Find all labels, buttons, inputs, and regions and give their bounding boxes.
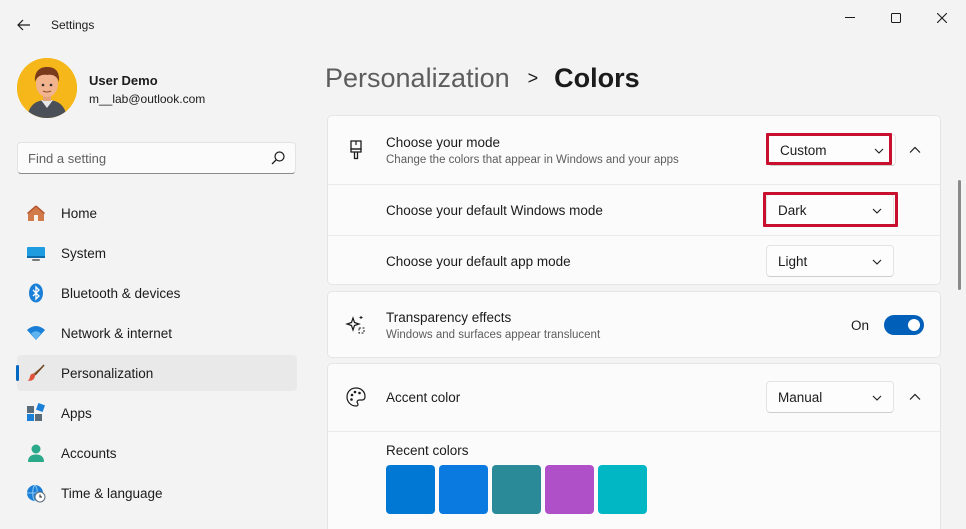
windows-mode-row: Choose your default Windows mode Dark xyxy=(328,185,940,235)
breadcrumb: Personalization > Colors xyxy=(325,58,640,98)
divider xyxy=(328,431,940,432)
sidebar-item-label: Apps xyxy=(61,405,92,421)
chevron-down-icon xyxy=(872,259,882,265)
maximize-button[interactable] xyxy=(873,8,919,28)
app-mode-row: Choose your default app mode Light xyxy=(328,236,940,285)
highlight-box xyxy=(766,133,892,165)
color-swatch[interactable] xyxy=(545,465,594,514)
search-box[interactable] xyxy=(17,142,296,174)
sidebar-item-home[interactable]: Home xyxy=(17,195,297,231)
highlight-box xyxy=(763,192,898,227)
system-icon xyxy=(27,247,45,261)
active-indicator xyxy=(16,365,19,381)
account-icon xyxy=(28,444,44,462)
user-name: User Demo xyxy=(89,73,158,88)
back-button[interactable] xyxy=(8,11,40,39)
toggle-knob xyxy=(908,319,920,331)
minimize-icon xyxy=(845,17,855,18)
chevron-up-icon xyxy=(909,393,921,400)
page-title: Colors xyxy=(554,62,640,93)
close-icon xyxy=(937,13,947,23)
sidebar-item-system[interactable]: System xyxy=(17,235,297,271)
user-profile[interactable]: User Demo m__lab@outlook.com xyxy=(17,58,297,118)
user-email: m__lab@outlook.com xyxy=(89,92,206,106)
back-arrow-icon xyxy=(17,19,30,31)
search-icon[interactable] xyxy=(271,151,285,165)
sidebar-item-label: Bluetooth & devices xyxy=(61,285,181,301)
maximize-icon xyxy=(891,13,901,23)
mode-title: Choose your mode xyxy=(386,135,501,150)
windows-mode-label: Choose your default Windows mode xyxy=(386,203,603,218)
accent-dropdown-value: Manual xyxy=(778,390,823,405)
paintbrush-icon xyxy=(350,140,362,160)
color-swatch[interactable] xyxy=(439,465,488,514)
chevron-up-icon xyxy=(909,146,921,153)
accent-row[interactable]: Accent color Manual xyxy=(328,364,940,431)
sidebar-nav: Home System Bluetooth & devices Network … xyxy=(16,195,297,515)
minimize-button[interactable] xyxy=(827,8,873,28)
sidebar-item-label: Time & language xyxy=(61,485,163,501)
app-mode-value: Light xyxy=(778,254,808,269)
app-mode-dropdown[interactable]: Light xyxy=(766,245,894,277)
transparency-subtitle: Windows and surfaces appear translucent xyxy=(386,329,601,341)
toggle-state-label: On xyxy=(851,318,870,333)
sidebar-item-personalization[interactable]: Personalization xyxy=(16,355,297,391)
chevron-down-icon xyxy=(872,395,882,401)
mode-collapse-button[interactable] xyxy=(901,136,929,164)
settings-window: Settings User Demo m__lab@outlook.com Fi… xyxy=(0,0,966,529)
accent-card: Accent color Manual Recent colors xyxy=(327,363,941,529)
transparency-toggle[interactable] xyxy=(884,315,924,335)
scrollbar[interactable] xyxy=(958,180,961,290)
avatar-image xyxy=(17,58,77,118)
close-button[interactable] xyxy=(919,8,965,28)
app-title: Settings xyxy=(51,18,95,32)
sidebar-item-label: Personalization xyxy=(61,365,154,381)
transparency-card: Transparency effects Windows and surface… xyxy=(327,291,941,358)
app-mode-label: Choose your default app mode xyxy=(386,254,571,269)
sidebar-item-apps[interactable]: Apps xyxy=(17,395,297,431)
avatar xyxy=(17,58,77,118)
search-input[interactable] xyxy=(28,143,258,173)
title-bar: Settings xyxy=(0,0,966,50)
accent-dropdown[interactable]: Manual xyxy=(766,381,894,413)
color-swatch[interactable] xyxy=(492,465,541,514)
sidebar-item-bluetooth[interactable]: Bluetooth & devices xyxy=(17,275,297,311)
brush-icon xyxy=(27,364,45,381)
sidebar-item-label: Network & internet xyxy=(61,325,173,341)
sparkle-icon xyxy=(345,316,365,334)
sidebar-item-accounts[interactable]: Accounts xyxy=(17,435,297,471)
wifi-icon xyxy=(27,326,45,340)
sidebar-item-label: Accounts xyxy=(61,445,117,461)
sidebar-item-time-language[interactable]: Time & language xyxy=(17,475,297,511)
transparency-title: Transparency effects xyxy=(386,310,512,325)
color-swatch[interactable] xyxy=(386,465,435,514)
sidebar-item-label: Home xyxy=(61,205,98,221)
recent-colors xyxy=(386,465,647,514)
sidebar-item-network[interactable]: Network & internet xyxy=(17,315,297,351)
accent-collapse-button[interactable] xyxy=(901,383,929,411)
mode-card: Choose your mode Change the colors that … xyxy=(327,115,941,285)
breadcrumb-separator: > xyxy=(527,67,539,88)
apps-icon xyxy=(27,403,45,421)
color-swatch[interactable] xyxy=(598,465,647,514)
sidebar-item-label: System xyxy=(61,245,107,261)
recent-colors-label: Recent colors xyxy=(386,443,469,458)
breadcrumb-parent[interactable]: Personalization xyxy=(325,63,510,94)
bluetooth-icon xyxy=(29,283,43,303)
palette-icon xyxy=(346,387,366,407)
clock-globe-icon xyxy=(27,484,46,503)
accent-title: Accent color xyxy=(386,390,461,405)
home-icon xyxy=(27,205,45,221)
mode-row[interactable]: Choose your mode Change the colors that … xyxy=(328,116,940,184)
mode-subtitle: Change the colors that appear in Windows… xyxy=(386,154,679,166)
